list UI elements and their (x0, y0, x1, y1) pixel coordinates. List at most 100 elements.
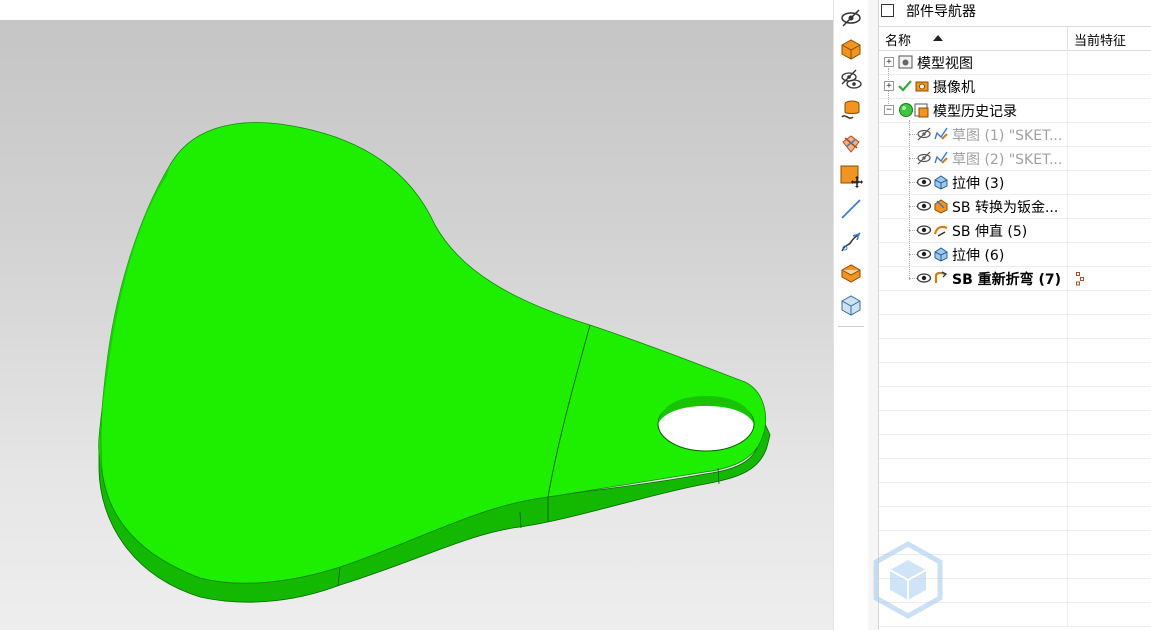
bend-tool-icon[interactable] (837, 228, 865, 256)
tree-row-label: SB 转换为钣金... (952, 200, 1059, 216)
cell-divider (1067, 410, 1068, 434)
cell-divider (1067, 434, 1068, 458)
empty-row (879, 434, 1151, 459)
unbend-icon (933, 222, 949, 238)
current-feature-marker-icon (1076, 272, 1085, 286)
tree-row-label: 模型视图 (917, 56, 973, 72)
sketch-icon (933, 126, 949, 142)
graphics-top-strip (0, 0, 833, 21)
cell-divider (1067, 386, 1068, 410)
eye-icon[interactable] (916, 246, 932, 262)
empty-row (879, 458, 1151, 483)
cell-divider (1067, 362, 1068, 386)
tree-row-camera[interactable]: + 摄像机 (879, 74, 1151, 99)
eye-icon[interactable] (916, 198, 932, 214)
tree-row-label: 草图 (1) "SKET... (952, 128, 1063, 144)
tree-row-model-history[interactable]: − 模型历史记录 (879, 98, 1151, 123)
tree-row-unbend-5[interactable]: SB 伸直 (5) (879, 218, 1151, 243)
cell-divider (1067, 506, 1068, 530)
tree-row-sketch-2[interactable]: 草图 (2) "SKET... (879, 146, 1151, 171)
camera-icon (914, 78, 930, 94)
model-history-icon (914, 102, 930, 118)
hidden-eye-icon[interactable] (916, 126, 932, 142)
check-icon (897, 78, 913, 94)
watermark-logo (868, 540, 1128, 620)
eye-icon[interactable] (916, 270, 932, 286)
tree-row-rebend-7[interactable]: SB 重新折弯 (7) (879, 266, 1151, 291)
cell-divider (1067, 482, 1068, 506)
cell-divider (1067, 290, 1068, 314)
graphics-viewport[interactable] (0, 20, 833, 630)
panel-splitter[interactable] (868, 0, 879, 630)
tree-row-label: 拉伸 (3) (952, 176, 1005, 192)
cell-divider (1067, 98, 1068, 122)
tree-row-label: 模型历史记录 (933, 104, 1017, 120)
cell-divider (1067, 170, 1068, 194)
sort-ascending-icon[interactable] (933, 35, 943, 41)
resource-toolbar (833, 0, 869, 630)
empty-row (879, 410, 1151, 435)
cell-divider (1067, 314, 1068, 338)
navigator-pin-checkbox[interactable] (881, 4, 894, 17)
expand-icon[interactable]: + (884, 81, 894, 91)
move-face-icon[interactable] (837, 162, 865, 190)
tree-row-sketch-1[interactable]: 草图 (1) "SKET... (879, 122, 1151, 147)
line-icon[interactable] (837, 195, 865, 223)
tree-row-label: 拉伸 (6) (952, 248, 1005, 264)
extrude-icon (933, 174, 949, 190)
cell-divider (1067, 266, 1068, 290)
empty-row (879, 290, 1151, 315)
database-link-icon[interactable] (837, 97, 865, 125)
model-views-icon (898, 54, 914, 70)
tree-row-label: SB 伸直 (5) (952, 224, 1028, 240)
empty-row (879, 482, 1151, 507)
collapse-icon[interactable]: − (884, 105, 894, 115)
cell-divider (1067, 338, 1068, 362)
hide-icon[interactable] (837, 4, 865, 32)
tree-row-extrude-6[interactable]: 拉伸 (6) (879, 242, 1151, 267)
eye-icon[interactable] (916, 222, 932, 238)
toolbar-separator (838, 326, 864, 327)
navigator-column-header: 名称 当前特征 (879, 26, 1151, 51)
hidden-eye-icon[interactable] (916, 150, 932, 166)
tree-row-label: 摄像机 (933, 80, 975, 96)
tree-row-label: 草图 (2) "SKET... (952, 152, 1063, 168)
green-status-icon (898, 102, 914, 118)
convert-to-sheetmetal-icon (933, 198, 949, 214)
extrude-icon (933, 246, 949, 262)
cell-divider (1067, 50, 1068, 74)
cell-divider (1067, 74, 1068, 98)
empty-row (879, 506, 1151, 531)
cell-divider (1067, 458, 1068, 482)
model-canvas[interactable] (0, 20, 833, 630)
cell-divider (1067, 194, 1068, 218)
rebend-icon (933, 270, 949, 286)
eye-icon[interactable] (916, 174, 932, 190)
wireframe-cube-icon[interactable] (837, 291, 865, 319)
empty-row (879, 314, 1151, 339)
solid-body-icon[interactable] (837, 35, 865, 63)
model-top-face (100, 122, 766, 584)
sheet-metal-icon[interactable] (837, 130, 865, 158)
watermark-cube-icon (873, 541, 943, 619)
empty-row (879, 362, 1151, 387)
cell-divider (1067, 218, 1068, 242)
show-hide-icon[interactable] (837, 66, 865, 94)
empty-row (879, 386, 1151, 411)
tree-row-label: SB 重新折弯 (7) (952, 272, 1062, 288)
tree-row-convert-sheetmetal[interactable]: SB 转换为钣金... (879, 194, 1151, 219)
column-name-header[interactable]: 名称 (885, 30, 911, 49)
part-navigator: 部件导航器 名称 当前特征 + 模型视图 + 摄像机 − 模型历史记录 草图 (… (879, 0, 1151, 630)
hole-bottom-rim (662, 407, 750, 449)
column-current-feature-header[interactable]: 当前特征 (1074, 30, 1126, 49)
empty-row (879, 338, 1151, 363)
column-divider[interactable] (1067, 27, 1068, 50)
expand-icon[interactable]: + (884, 57, 894, 67)
shaded-solid-icon[interactable] (837, 259, 865, 287)
tree-row-extrude-3[interactable]: 拉伸 (3) (879, 170, 1151, 195)
tree-row-model-views[interactable]: + 模型视图 (879, 50, 1151, 75)
navigator-title-bar: 部件导航器 (879, 0, 1151, 24)
navigator-title: 部件导航器 (906, 4, 976, 20)
sketch-icon (933, 150, 949, 166)
cell-divider (1067, 122, 1068, 146)
